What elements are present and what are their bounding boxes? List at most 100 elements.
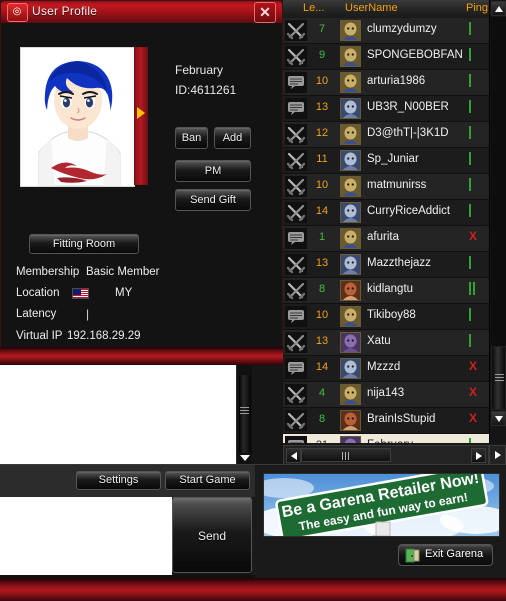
triangle-down-icon bbox=[495, 416, 503, 422]
exit-garena-button[interactable]: Exit Garena bbox=[398, 544, 493, 566]
user-level: 12 bbox=[315, 127, 329, 139]
user-level: 10 bbox=[315, 309, 329, 321]
hero-orc-icon bbox=[340, 436, 361, 443]
scroll-up-button[interactable] bbox=[491, 1, 506, 16]
table-row[interactable]: 8 kidlangtu bbox=[283, 278, 489, 304]
user-name: Mzzzd bbox=[367, 361, 401, 373]
ping-indicator: X bbox=[469, 411, 478, 425]
column-header-ping[interactable]: Ping bbox=[466, 2, 488, 14]
location-label: Location bbox=[16, 287, 60, 299]
hero-paladin-icon bbox=[340, 124, 361, 145]
malaysia-flag-icon bbox=[72, 288, 89, 299]
ping-indicator bbox=[469, 99, 471, 114]
latency-value: | bbox=[86, 307, 90, 321]
hero-archmage-icon bbox=[340, 254, 361, 275]
hero-beast-icon bbox=[340, 280, 361, 301]
chat-output-scrollbar[interactable] bbox=[236, 365, 253, 464]
triangle-up-icon bbox=[495, 6, 503, 12]
table-row[interactable]: 14 CurryRiceAddict bbox=[283, 200, 489, 226]
hero-archmage-icon bbox=[340, 150, 361, 171]
location-value: MY bbox=[115, 287, 133, 299]
user-name: D3@thT|-|3K1D bbox=[367, 127, 449, 139]
hero-paladin-icon bbox=[340, 20, 361, 41]
anime-male-avatar bbox=[20, 47, 135, 187]
table-row[interactable]: 1 afurita X bbox=[283, 226, 489, 252]
close-icon[interactable]: ✕ bbox=[254, 2, 276, 23]
user-list-horizontal-scrollbar[interactable] bbox=[283, 445, 489, 465]
user-list-rows: 7 clumzydumzy 9 SPONGEBOBFAN 10 arturia1986 13… bbox=[283, 18, 489, 443]
table-row[interactable]: 13 Xatu bbox=[283, 330, 489, 356]
horizontal-scroll-thumb[interactable] bbox=[301, 448, 391, 462]
table-row[interactable]: 7 clumzydumzy bbox=[283, 18, 489, 44]
play-arrow-icon[interactable] bbox=[137, 107, 145, 119]
table-row[interactable]: 14 Mzzzd X bbox=[283, 356, 489, 382]
user-name: Xatu bbox=[367, 335, 391, 347]
table-row[interactable]: 12 D3@thT|-|3K1D bbox=[283, 122, 489, 148]
send-gift-button[interactable]: Send Gift bbox=[175, 189, 251, 211]
user-name: arturia1986 bbox=[367, 75, 426, 87]
triangle-right-icon bbox=[476, 452, 482, 460]
ban-button[interactable]: Ban bbox=[175, 127, 208, 149]
table-row[interactable]: 10 arturia1986 bbox=[283, 70, 489, 96]
table-row[interactable]: 8 BrainIsStupid X bbox=[283, 408, 489, 434]
user-name: BrainIsStupid bbox=[367, 413, 436, 425]
chat-input[interactable] bbox=[0, 497, 172, 575]
user-level: 10 bbox=[315, 75, 329, 87]
app-root: ◎ User Profile ✕ February ID:4611261 Ban… bbox=[0, 0, 506, 601]
crossed-swords-icon bbox=[285, 410, 307, 431]
garena-retailer-billboard-ad[interactable]: Be a Garena Retailer Now! The easy and f… bbox=[263, 473, 500, 537]
user-list-vertical-scrollbar[interactable] bbox=[489, 0, 506, 443]
chevron-down-icon[interactable] bbox=[240, 455, 250, 461]
user-level: 4 bbox=[318, 387, 326, 399]
latency-label: Latency bbox=[16, 308, 57, 320]
user-list-panel: Le... UserName Ping 7 clumzydumzy 9 SPONGEB… bbox=[283, 0, 506, 470]
table-row[interactable]: 13 UB3R_N00BER bbox=[283, 96, 489, 122]
table-row[interactable]: 11 Sp_Juniar bbox=[283, 148, 489, 174]
panel-divider bbox=[0, 347, 283, 365]
table-row[interactable]: 4 nija143 X bbox=[283, 382, 489, 408]
user-name: matmunirss bbox=[367, 179, 427, 191]
settings-button[interactable]: Settings bbox=[76, 471, 161, 490]
table-row[interactable]: 10 matmunirss bbox=[283, 174, 489, 200]
crossed-swords-icon bbox=[285, 150, 307, 171]
table-row[interactable]: 9 SPONGEBOBFAN bbox=[283, 44, 489, 70]
table-row[interactable]: 10 Tikiboy88 bbox=[283, 304, 489, 330]
scroll-left-button[interactable] bbox=[286, 448, 301, 463]
user-name: kidlangtu bbox=[367, 283, 414, 295]
send-button[interactable]: Send bbox=[172, 497, 252, 573]
user-level: 9 bbox=[318, 49, 326, 61]
table-row[interactable]: 21 February bbox=[283, 434, 489, 443]
profile-display-name: February bbox=[175, 63, 224, 77]
user-name: Mazzthejazz bbox=[367, 257, 431, 269]
hero-orc-icon bbox=[340, 332, 361, 353]
scroll-corner-button[interactable] bbox=[489, 445, 506, 465]
virtual-ip-label: Virtual IP bbox=[16, 330, 63, 342]
start-game-button[interactable]: Start Game bbox=[165, 471, 250, 490]
ping-indicator bbox=[469, 73, 471, 88]
window-title: User Profile bbox=[32, 4, 98, 18]
crossed-swords-icon bbox=[285, 280, 307, 301]
chat-bubble-icon bbox=[285, 228, 307, 249]
column-header-username[interactable]: UserName bbox=[345, 2, 398, 14]
table-row[interactable]: 13 Mazzthejazz bbox=[283, 252, 489, 278]
column-header-level[interactable]: Le... bbox=[303, 2, 324, 14]
chat-bubble-icon bbox=[285, 358, 307, 379]
user-level: 7 bbox=[318, 23, 326, 35]
crossed-swords-icon bbox=[285, 332, 307, 353]
scroll-down-button[interactable] bbox=[491, 411, 506, 426]
fitting-room-button[interactable]: Fitting Room bbox=[29, 234, 139, 254]
user-level: 11 bbox=[316, 153, 328, 165]
vertical-scroll-thumb[interactable] bbox=[491, 346, 506, 410]
user-name: clumzydumzy bbox=[367, 23, 437, 35]
scroll-right-button[interactable] bbox=[471, 448, 486, 463]
add-button[interactable]: Add bbox=[214, 127, 251, 149]
triangle-right-icon bbox=[495, 451, 501, 459]
ping-indicator: X bbox=[469, 385, 478, 399]
app-bottom-bar bbox=[0, 578, 506, 601]
crossed-swords-icon bbox=[285, 384, 307, 405]
garena-paw-icon: ◎ bbox=[7, 3, 28, 22]
pm-button[interactable]: PM bbox=[175, 160, 251, 182]
exit-garena-label: Exit Garena bbox=[425, 548, 484, 560]
hero-paladin-icon bbox=[340, 384, 361, 405]
ping-indicator bbox=[469, 281, 475, 296]
